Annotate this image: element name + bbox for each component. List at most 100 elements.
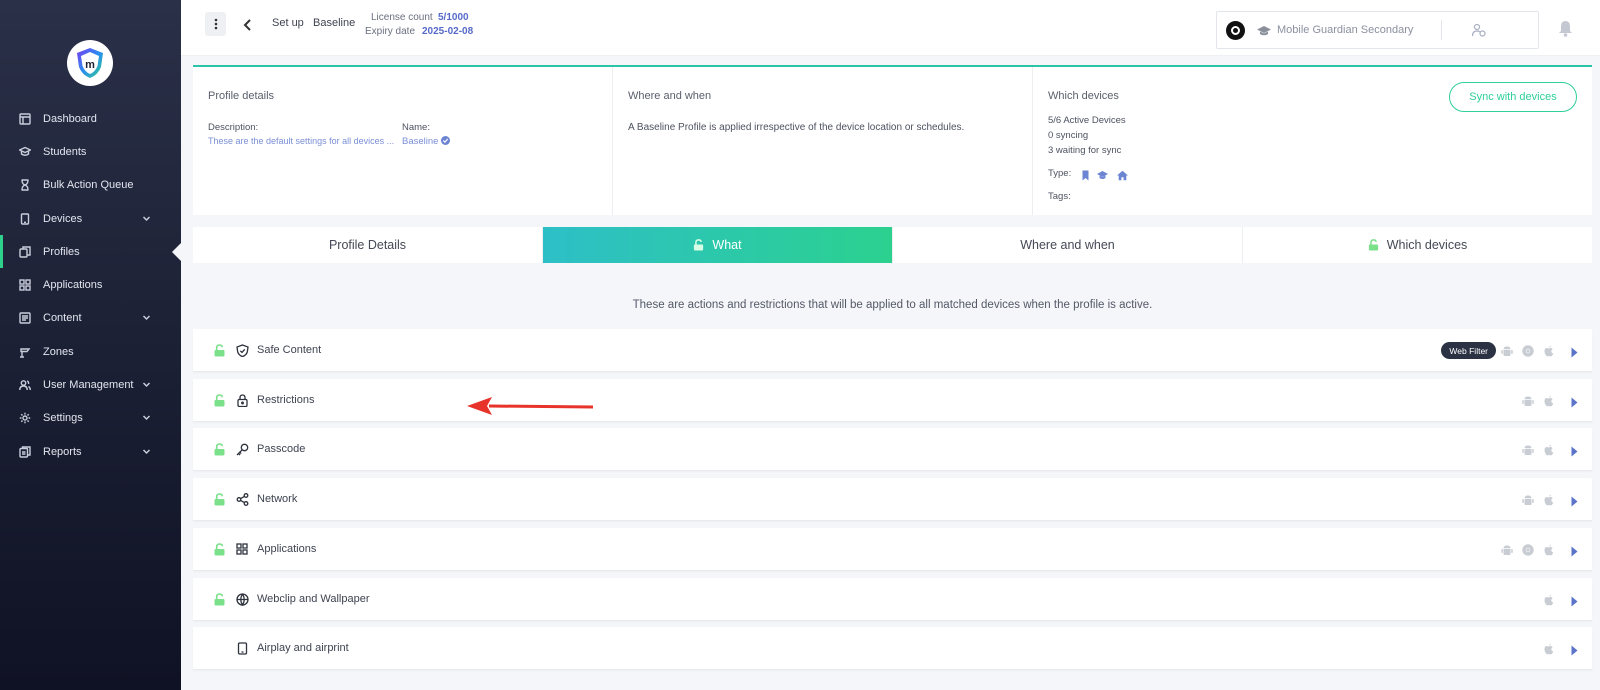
back-button[interactable]	[243, 18, 253, 31]
tags-label: Tags:	[1048, 191, 1071, 202]
sidebar-item-label: User Management	[43, 379, 134, 392]
mobile-guardian-logo[interactable]: m	[67, 40, 113, 86]
caret-right-icon[interactable]	[1571, 345, 1578, 358]
unlock-icon[interactable]	[214, 493, 225, 506]
tab-what[interactable]: What	[543, 227, 893, 263]
sidebar-item-students[interactable]: Students	[0, 135, 181, 168]
sidebar-item-label: Profiles	[43, 245, 80, 258]
chevron-down-icon[interactable]	[142, 214, 151, 223]
org-divider	[1441, 20, 1442, 40]
chevron-down-icon[interactable]	[142, 447, 151, 456]
tab-label: Profile Details	[328, 238, 407, 252]
share-icon	[236, 493, 249, 506]
tab-where-and-when[interactable]: Where and when	[893, 227, 1243, 263]
reports-icon	[19, 445, 31, 458]
setting-row-label: Applications	[257, 543, 317, 555]
users-icon	[19, 379, 31, 391]
sidebar-item-label: Settings	[43, 412, 83, 425]
apple-icon	[1543, 344, 1555, 357]
kebab-icon	[214, 18, 217, 30]
unlock-icon[interactable]	[214, 593, 225, 606]
sync-with-devices-button[interactable]: Sync with devices	[1449, 82, 1577, 112]
home-icon	[1117, 168, 1128, 181]
unlock-icon[interactable]	[214, 394, 225, 407]
android-icon	[1522, 394, 1534, 406]
apple-icon	[1543, 593, 1555, 606]
chevron-down-icon[interactable]	[142, 380, 151, 389]
org-name: Mobile Guardian Secondary	[1277, 24, 1414, 36]
breadcrumb-setup[interactable]: Set up	[272, 17, 304, 29]
caret-right-icon[interactable]	[1571, 444, 1578, 457]
chrome-icon	[1522, 344, 1534, 357]
unlock-icon[interactable]	[214, 344, 225, 357]
caret-right-icon[interactable]	[1571, 494, 1578, 507]
license-count-value: 5/1000	[438, 12, 469, 23]
notifications-bell-icon[interactable]	[1558, 20, 1573, 37]
setting-row-airplay-and-airprint[interactable]: Airplay and airprint	[193, 627, 1592, 670]
tab-label: Which devices	[1386, 238, 1468, 252]
description-value: These are the default settings for all d…	[208, 136, 395, 146]
where-when-text: A Baseline Profile is applied irrespecti…	[628, 122, 965, 133]
license-count-label: License count	[371, 12, 433, 23]
setting-row-network[interactable]: Network	[193, 478, 1592, 521]
key-icon	[236, 443, 249, 456]
tab-label: Where and when	[1020, 238, 1115, 252]
sidebar: m Dashboard Students Bulk Action Queue D…	[0, 0, 181, 690]
sidebar-item-label: Students	[43, 145, 87, 158]
sidebar-item-reports[interactable]: Reports	[0, 435, 181, 468]
organisation-selector[interactable]: Mobile Guardian Secondary	[1216, 11, 1539, 49]
device-icon	[19, 212, 31, 225]
android-icon	[1501, 543, 1513, 555]
top-header: Set up Baseline License count 5/1000 Exp…	[181, 0, 1600, 56]
sidebar-item-user-management[interactable]: User Management	[0, 368, 181, 401]
chevron-down-icon[interactable]	[142, 413, 151, 422]
name-label: Name:	[402, 122, 430, 133]
setting-row-label: Network	[257, 493, 298, 505]
expiry-date-label: Expiry date	[365, 26, 416, 37]
sidebar-item-applications[interactable]: Applications	[0, 268, 181, 301]
kebab-menu-button[interactable]	[205, 12, 226, 36]
breadcrumb-baseline[interactable]: Baseline	[313, 17, 355, 29]
sidebar-item-settings[interactable]: Settings	[0, 402, 181, 435]
caret-right-icon[interactable]	[1571, 594, 1578, 607]
globe-icon	[236, 593, 249, 607]
setting-row-label: Safe Content	[257, 344, 322, 356]
sidebar-item-content[interactable]: Content	[0, 302, 181, 335]
verified-check-icon	[441, 136, 451, 145]
unlock-icon[interactable]	[214, 443, 225, 456]
setting-row-label: Passcode	[257, 443, 306, 455]
profile-details-title: Profile details	[208, 90, 275, 102]
chrome-icon	[1522, 543, 1534, 556]
setting-row-safe-content[interactable]: Safe Content Web Filter	[193, 329, 1592, 372]
sidebar-item-label: Reports	[43, 445, 82, 458]
setting-row-restrictions[interactable]: Restrictions	[193, 379, 1592, 422]
apps-grid-icon	[19, 279, 31, 291]
caret-right-icon[interactable]	[1571, 544, 1578, 557]
sidebar-item-dashboard[interactable]: Dashboard	[0, 102, 181, 135]
waiting-for-sync-count: 3 waiting for sync	[1048, 145, 1122, 156]
sidebar-item-label: Content	[43, 312, 82, 325]
setting-row-applications[interactable]: Applications	[193, 528, 1592, 571]
sidebar-item-devices[interactable]: Devices	[0, 202, 181, 235]
caret-right-icon[interactable]	[1571, 643, 1578, 656]
sidebar-nav: Dashboard Students Bulk Action Queue Dev…	[0, 102, 181, 468]
sidebar-item-bulk-action-queue[interactable]: Bulk Action Queue	[0, 169, 181, 202]
switch-user-icon[interactable]	[1471, 22, 1487, 38]
which-devices-title: Which devices	[1048, 90, 1119, 102]
profile-details-panel: Profile details Description: These are t…	[193, 67, 613, 215]
apps-grid-icon	[236, 543, 249, 556]
caret-right-icon[interactable]	[1571, 395, 1578, 408]
sidebar-item-profiles[interactable]: Profiles	[0, 235, 181, 269]
tab-which-devices[interactable]: Which devices	[1243, 227, 1592, 263]
where-when-title: Where and when	[628, 90, 712, 102]
setting-row-passcode[interactable]: Passcode	[193, 428, 1592, 471]
chevron-down-icon[interactable]	[142, 313, 151, 322]
name-value: Baseline	[402, 136, 451, 147]
sidebar-item-zones[interactable]: Zones	[0, 335, 181, 368]
unlock-icon[interactable]	[214, 543, 225, 556]
android-icon	[1501, 344, 1513, 356]
sidebar-item-label: Bulk Action Queue	[43, 179, 134, 192]
tab-profile-details[interactable]: Profile Details	[193, 227, 543, 263]
syncing-count: 0 syncing	[1048, 130, 1089, 141]
setting-row-webclip-and-wallpaper[interactable]: Webclip and Wallpaper	[193, 578, 1592, 621]
